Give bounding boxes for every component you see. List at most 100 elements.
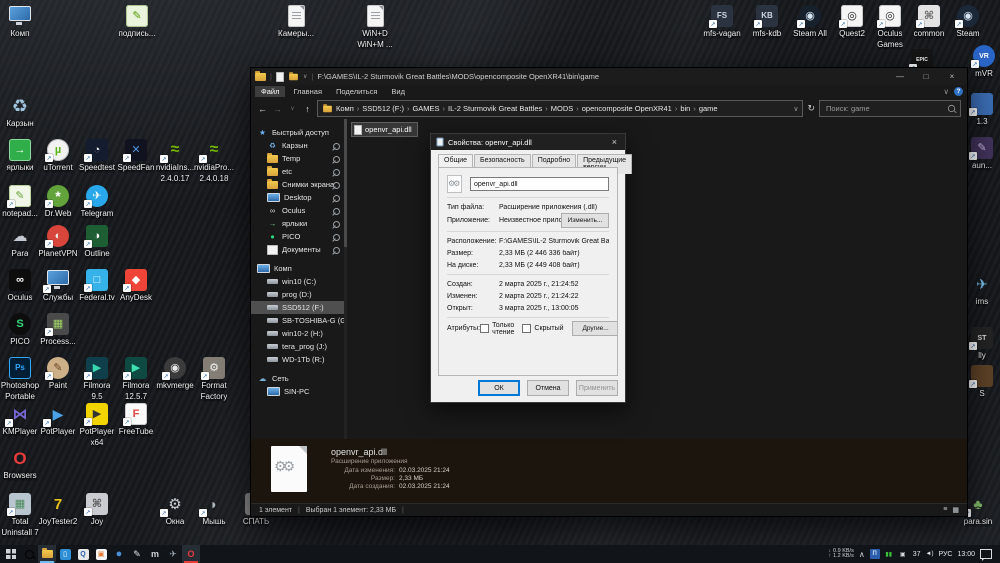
filename-input[interactable] xyxy=(470,177,609,191)
nav-item-pico[interactable]: ●PICO xyxy=(251,230,347,243)
nav-item-prog-d-[interactable]: prog (D:) xyxy=(251,288,347,301)
desktop-icon-mysh[interactable]: ◗↗Мышь xyxy=(190,492,238,527)
nav-item-etc[interactable]: etc xyxy=(251,165,347,178)
recent-locations-icon[interactable]: ∨ xyxy=(287,105,298,112)
checkbox-icon[interactable] xyxy=(480,324,489,333)
desktop-icon-browsers[interactable]: OBrowsers xyxy=(0,446,44,481)
ribbon-expand-icon[interactable]: ∨ xyxy=(944,87,950,96)
desktop-icon-steam-all[interactable]: ◉↗Steam All xyxy=(786,4,834,39)
desktop-icon-telegram[interactable]: ✈↗Telegram xyxy=(73,184,121,219)
ribbon-tab-1[interactable]: Файл xyxy=(255,86,285,97)
desktop-icon-outline[interactable]: ◑↗Outline xyxy=(73,224,121,259)
nav-item-desktop[interactable]: Desktop xyxy=(251,191,347,204)
other-attributes-button[interactable]: Другие... xyxy=(572,321,618,336)
nav-item-снимки-экрана[interactable]: Снимки экрана xyxy=(251,178,347,191)
tray-app-icon[interactable]: П xyxy=(870,549,880,559)
search-box[interactable] xyxy=(819,100,961,117)
taskbar-everything-search[interactable]: Q xyxy=(74,545,92,563)
taskbar-search[interactable] xyxy=(20,545,38,563)
desktop-icon-steam[interactable]: ◉↗Steam xyxy=(944,4,992,39)
taskbar-start[interactable] xyxy=(2,545,20,563)
taskbar-explorer[interactable] xyxy=(38,545,56,563)
dialog-close-icon[interactable]: × xyxy=(609,137,620,147)
taskbar-notes-app[interactable]: ✎ xyxy=(128,545,146,563)
action-center-icon[interactable] xyxy=(980,549,992,559)
address-dropdown-icon[interactable]: ∨ xyxy=(793,105,798,113)
maximize-button[interactable]: □ xyxy=(915,72,937,81)
forward-button[interactable]: → xyxy=(272,104,283,114)
close-button[interactable]: × xyxy=(941,72,963,81)
breadcrumb-segment[interactable]: SSD512 (F:) xyxy=(362,104,404,113)
nav-section-3[interactable]: ☁Сеть xyxy=(251,372,347,385)
nav-item-temp[interactable]: Temp xyxy=(251,152,347,165)
volume-icon[interactable]: ◄) xyxy=(926,551,934,557)
taskbar-plane-app[interactable]: ✈ xyxy=(164,545,182,563)
nav-item-документы[interactable]: Документы xyxy=(251,243,347,256)
nav-item-sin-pc[interactable]: SIN-PC xyxy=(251,385,347,398)
nav-item-sb-toshiba-g-g-[interactable]: SB-TOSHIBA-G (G:) xyxy=(251,314,347,327)
breadcrumb[interactable]: Комп›SSD512 (F:)›GAMES›IL-2 Sturmovik Gr… xyxy=(317,100,803,117)
view-thumbnails-icon[interactable]: ▦ xyxy=(952,506,959,514)
desktop-icon-format-factory[interactable]: ⚙↗FormatFactory xyxy=(190,356,238,402)
network-tray-icon[interactable]: ▣ xyxy=(898,549,908,559)
breadcrumb-segment[interactable]: MODS xyxy=(551,104,574,113)
quick-access-properties-icon[interactable] xyxy=(276,72,284,82)
cancel-button[interactable]: Отмена xyxy=(527,380,569,396)
taskbar-phone-app[interactable]: ▯ xyxy=(56,545,74,563)
checkbox-icon[interactable] xyxy=(522,324,531,333)
desktop-icon-komp[interactable]: Комп xyxy=(0,4,44,39)
taskbar-photos-app[interactable]: ▣ xyxy=(92,545,110,563)
nav-item-ярлыки[interactable]: →ярлыки xyxy=(251,217,347,230)
nav-item-wd-1tb-r-[interactable]: WD-1Tb (R:) xyxy=(251,353,347,366)
back-button[interactable]: ← xyxy=(257,104,268,114)
taskbar-binoculars-app[interactable]: m xyxy=(146,545,164,563)
desktop-icon-kamery[interactable]: Камеры... xyxy=(272,4,320,39)
help-icon[interactable]: ? xyxy=(954,87,963,96)
desktop-icon-podpis[interactable]: ✎подпись... xyxy=(113,4,161,39)
change-button[interactable]: Изменить... xyxy=(561,213,609,228)
nav-section-1[interactable]: ★Быстрый доступ xyxy=(251,126,347,139)
nav-item-win10-c-[interactable]: win10 (C:) xyxy=(251,275,347,288)
clock[interactable]: 13:00 xyxy=(957,551,975,558)
checkbox-скрытый[interactable]: Скрытый xyxy=(522,324,563,333)
breadcrumb-segment[interactable]: bin xyxy=(680,104,690,113)
taskbar-globe-app[interactable]: ● xyxy=(110,545,128,563)
refresh-icon[interactable]: ↻ xyxy=(807,103,815,114)
nav-item-win10-2-h-[interactable]: win10-2 (H:) xyxy=(251,327,347,340)
desktop-icon-win-d[interactable]: WiN+DWiN+M ... xyxy=(351,4,399,50)
breadcrumb-segment[interactable]: opencomposite OpenXR41 xyxy=(582,104,672,113)
quick-access-newfolder-icon[interactable] xyxy=(289,73,298,79)
breadcrumb-segment[interactable]: Комп xyxy=(336,104,354,113)
ribbon-tab-2[interactable]: Главная xyxy=(287,86,328,97)
minimize-button[interactable]: — xyxy=(889,72,911,81)
file-item-openvr-api-dll[interactable]: openvr_api.dll xyxy=(351,122,418,137)
nav-item-oculus[interactable]: ∞Oculus xyxy=(251,204,347,217)
checkbox-только-чтение[interactable]: Только чтение xyxy=(480,322,514,336)
dialog-titlebar[interactable]: Свойства: openvr_api.dll × xyxy=(431,134,625,150)
desktop-icon-mfs-vagan[interactable]: FS↗mfs-vagan xyxy=(698,4,746,39)
desktop-icon-joy[interactable]: ⌘↗Joy xyxy=(73,492,121,527)
breadcrumb-segment[interactable]: IL-2 Sturmovik Great Battles xyxy=(448,104,542,113)
temperature-indicator[interactable]: 37 xyxy=(913,551,921,558)
explorer-titlebar[interactable]: | ∨ | F:\GAMES\IL-2 Sturmovik Great Batt… xyxy=(251,68,967,85)
language-indicator[interactable]: РУС xyxy=(938,551,952,558)
desktop-icon-karzyn[interactable]: ♻Карзын xyxy=(0,94,44,129)
desktop-icon-freetube[interactable]: F↗FreeTube xyxy=(112,402,160,437)
quick-access-caret-icon[interactable]: ∨ xyxy=(303,73,307,80)
nav-item-карзын[interactable]: ♻Карзын xyxy=(251,139,347,152)
up-button[interactable]: ↑ xyxy=(302,104,313,114)
ok-button[interactable]: ОК xyxy=(478,380,520,396)
desktop-icon-nvidia-pro[interactable]: ≈↗nvidiaPro...2.4.0.18 xyxy=(190,138,238,184)
search-input[interactable] xyxy=(824,103,947,114)
breadcrumb-segment[interactable]: GAMES xyxy=(412,104,439,113)
hidden-icons-chevron[interactable]: ∧ xyxy=(859,550,865,559)
gpu-monitor-icon[interactable]: ▮▮ xyxy=(884,549,894,559)
nav-section-2[interactable]: Комп xyxy=(251,262,347,275)
net-speed-indicator[interactable]: ↓↑ 0.9 KB/s 1.2 KB/s xyxy=(828,549,854,560)
breadcrumb-segment[interactable]: game xyxy=(699,104,718,113)
taskbar-opera[interactable]: O xyxy=(182,545,200,563)
ribbon-tab-4[interactable]: Вид xyxy=(385,86,411,97)
desktop-icon-mfs-kdb[interactable]: KB↗mfs-kdb xyxy=(743,4,791,39)
desktop-icon-anydesk[interactable]: ◆↗AnyDesk xyxy=(112,268,160,303)
nav-item-ssd512-f-[interactable]: SSD512 (F:) xyxy=(251,301,347,314)
